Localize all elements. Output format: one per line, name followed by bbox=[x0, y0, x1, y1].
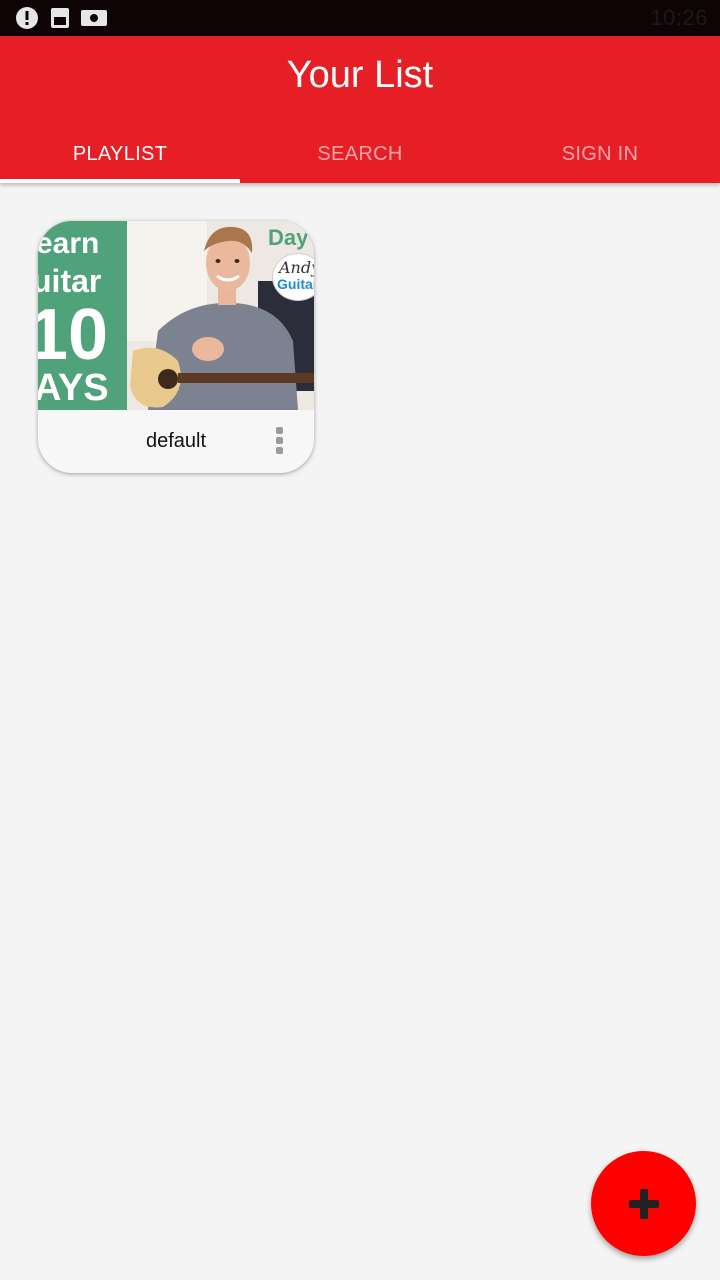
tab-sign-in-label: SIGN IN bbox=[561, 143, 639, 165]
badge-line-2: Guitar bbox=[277, 276, 314, 292]
playlist-card-footer: default bbox=[38, 410, 314, 473]
thumbnail-line-3: 10 bbox=[38, 295, 109, 375]
tab-search[interactable]: SEARCH bbox=[240, 126, 480, 183]
thumbnail-title-block: earn uitar 10 AYS bbox=[38, 221, 127, 410]
tab-sign-in[interactable]: SIGN IN bbox=[480, 126, 720, 183]
playlist-card[interactable]: earn uitar 10 AYS Day Andy Guitar defaul… bbox=[38, 221, 314, 473]
screenshot-icon bbox=[80, 8, 108, 28]
playlist-thumbnail: earn uitar 10 AYS Day Andy Guitar bbox=[38, 221, 314, 410]
plus-icon bbox=[628, 1188, 659, 1219]
thumbnail-line-4: AYS bbox=[38, 367, 109, 409]
sim-card-icon bbox=[50, 7, 70, 29]
status-icons bbox=[14, 5, 108, 31]
thumbnail-line-1: earn bbox=[38, 227, 100, 260]
tab-bar: PLAYLIST SEARCH SIGN IN bbox=[0, 126, 720, 183]
tab-playlist-label: PLAYLIST bbox=[72, 143, 168, 165]
status-bar: 10:26 bbox=[0, 0, 720, 36]
add-playlist-button[interactable] bbox=[591, 1151, 696, 1256]
badge-line-1: Andy bbox=[279, 258, 314, 277]
alert-circle-icon bbox=[14, 5, 40, 31]
app-bar: Your List PLAYLIST SEARCH SIGN IN bbox=[0, 36, 720, 183]
thumbnail-day-label: Day bbox=[268, 225, 309, 250]
playlist-title: default bbox=[145, 430, 207, 452]
status-time: 10:26 bbox=[650, 5, 708, 30]
page-title: Your List bbox=[286, 54, 434, 96]
more-vert-icon[interactable] bbox=[274, 427, 284, 457]
tab-search-label: SEARCH bbox=[317, 143, 403, 165]
tab-playlist[interactable]: PLAYLIST bbox=[0, 126, 240, 183]
